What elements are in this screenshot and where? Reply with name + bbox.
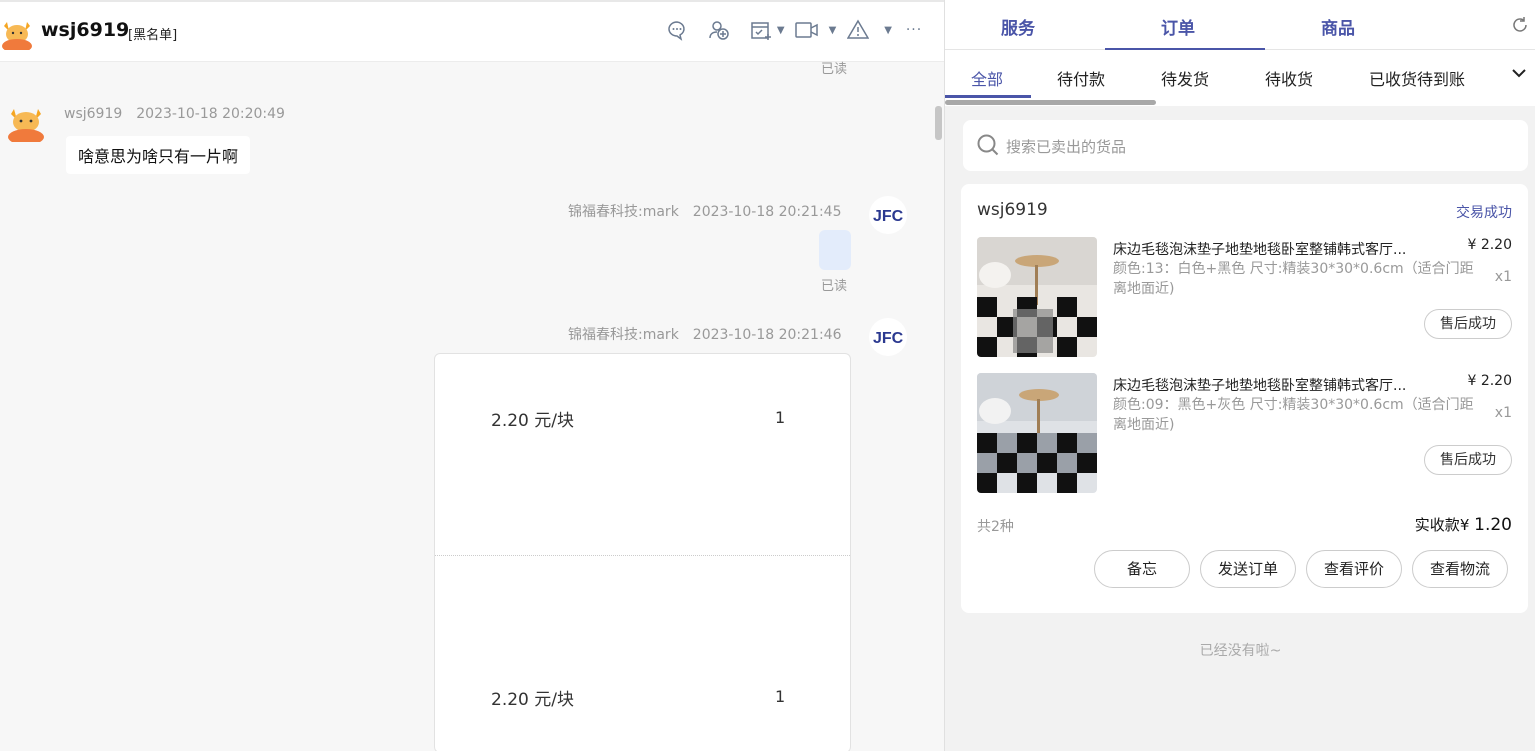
refresh-icon[interactable] bbox=[1510, 15, 1530, 35]
memo-button[interactable]: 备忘 bbox=[1094, 550, 1190, 588]
add-contact-icon[interactable] bbox=[707, 18, 731, 42]
view-logistics-button[interactable]: 查看物流 bbox=[1412, 550, 1508, 588]
chat-header: wsj6919 [黑名单] ▼ ▼ ▼ ··· bbox=[0, 2, 944, 62]
send-order-button[interactable]: 发送订单 bbox=[1200, 550, 1296, 588]
sender-name: 锦福春科技:mark bbox=[568, 327, 679, 343]
order-total: 实收款¥ 1.20 bbox=[1415, 514, 1512, 535]
contact-name[interactable]: wsj6919 bbox=[41, 19, 129, 41]
product-thumbnail[interactable] bbox=[977, 373, 1097, 493]
subtab-received-pending-settlement[interactable]: 已收货待到账 bbox=[1369, 66, 1465, 90]
blacklist-tag: [黑名单] bbox=[128, 28, 178, 43]
message-bubble[interactable] bbox=[819, 230, 851, 270]
tab-service[interactable]: 服务 bbox=[1001, 14, 1035, 39]
message-time: 2023-10-18 20:21:45 bbox=[692, 204, 842, 220]
main-tabs: 服务 订单 商品 bbox=[945, 0, 1535, 50]
sender-name: wsj6919 bbox=[64, 106, 123, 122]
chat-panel: wsj6919 [黑名单] ▼ ▼ ▼ ··· 已读 wsj6919 2023-… bbox=[0, 0, 944, 751]
chevron-down-icon[interactable]: ▼ bbox=[777, 25, 785, 36]
more-icon[interactable]: ··· bbox=[902, 18, 926, 42]
header-toolbar: ▼ ▼ ▼ ··· bbox=[665, 18, 926, 42]
sender-name: 锦福春科技:mark bbox=[568, 204, 679, 220]
message-meta: 锦福春科技:mark 2023-10-18 20:21:45 bbox=[568, 201, 842, 221]
order-actions: 备忘 发送订单 查看评价 查看物流 bbox=[1094, 550, 1508, 588]
card-qty: 1 bbox=[775, 408, 786, 427]
product-thumbnail[interactable] bbox=[977, 237, 1097, 357]
order-status[interactable]: 交易成功 bbox=[1456, 202, 1512, 222]
item-title: 床边毛毯泡沫垫子地垫地毯卧室整铺韩式客厅... bbox=[1113, 378, 1407, 394]
chat-bubble-icon[interactable] bbox=[665, 18, 689, 42]
side-panel: 服务 订单 商品 全部 待付款 待发货 待收货 已收货待到账 搜索已卖出的货品 … bbox=[944, 0, 1535, 751]
read-status: 已读 bbox=[821, 62, 848, 77]
item-spec: 颜色:13：白色+黑色 尺寸:精装30*30*0.6cm（适合门距离地面近) bbox=[1113, 261, 1474, 297]
message-time: 2023-10-18 20:21:46 bbox=[692, 327, 842, 343]
order-item[interactable]: 床边毛毯泡沫垫子地垫地毯卧室整铺韩式客厅... ¥ 2.20 颜色:09：黑色+… bbox=[977, 373, 1512, 495]
total-label: 实收款 bbox=[1414, 516, 1460, 534]
buyer-avatar[interactable] bbox=[6, 102, 46, 142]
message-meta: wsj6919 2023-10-18 20:20:49 bbox=[64, 106, 285, 122]
svg-text:JFC: JFC bbox=[873, 208, 904, 225]
chat-scrollbar[interactable] bbox=[935, 106, 942, 140]
product-card-message[interactable]: 2.20 元/块 1 2.20 元/块 1 bbox=[434, 353, 851, 751]
seller-avatar[interactable]: JFC bbox=[868, 317, 908, 357]
card-price: 2.20 元/块 bbox=[491, 690, 574, 710]
subtab-scrollbar[interactable] bbox=[945, 100, 1156, 105]
order-search[interactable]: 搜索已卖出的货品 bbox=[963, 120, 1528, 171]
message-meta: 锦福春科技:mark 2023-10-18 20:21:46 bbox=[568, 324, 842, 344]
item-qty: x1 bbox=[1494, 269, 1512, 285]
after-sale-button[interactable]: 售后成功 bbox=[1424, 309, 1512, 339]
order-item[interactable]: 床边毛毯泡沫垫子地垫地毯卧室整铺韩式客厅... ¥ 2.20 颜色:13：白色+… bbox=[977, 237, 1512, 359]
search-icon bbox=[977, 134, 999, 156]
subtab-pending-shipment[interactable]: 待发货 bbox=[1161, 66, 1209, 90]
warning-icon[interactable] bbox=[846, 18, 870, 42]
svg-text:JFC: JFC bbox=[873, 330, 904, 347]
item-spec: 颜色:09：黑色+灰色 尺寸:精装30*30*0.6cm（适合门距离地面近) bbox=[1113, 397, 1474, 433]
card-divider bbox=[435, 555, 850, 556]
item-title: 床边毛毯泡沫垫子地垫地毯卧室整铺韩式客厅... bbox=[1113, 242, 1407, 258]
item-qty: x1 bbox=[1494, 405, 1512, 421]
item-price: ¥ 2.20 bbox=[1467, 237, 1512, 253]
card-qty: 1 bbox=[775, 687, 786, 706]
subtab-all[interactable]: 全部 bbox=[971, 66, 1003, 90]
order-item-count: 共2种 bbox=[977, 519, 1014, 535]
active-subtab-indicator bbox=[945, 95, 1031, 98]
read-status: 已读 bbox=[821, 279, 848, 294]
schedule-icon[interactable] bbox=[749, 18, 773, 42]
contact-avatar[interactable] bbox=[0, 16, 34, 50]
search-input[interactable]: 搜索已卖出的货品 bbox=[1006, 136, 1126, 157]
video-call-icon[interactable] bbox=[794, 18, 819, 42]
total-amount: 1.20 bbox=[1474, 515, 1512, 535]
chevron-down-icon[interactable]: ▼ bbox=[829, 25, 837, 36]
seller-avatar[interactable]: JFC bbox=[868, 195, 908, 235]
chevron-down-icon[interactable] bbox=[1511, 67, 1527, 83]
subtab-pending-receipt[interactable]: 待收货 bbox=[1265, 66, 1313, 90]
message-time: 2023-10-18 20:20:49 bbox=[136, 106, 285, 122]
order-card: wsj6919 交易成功 床边毛毯泡沫垫子地垫地毯卧室整铺韩式客厅... ¥ 2… bbox=[961, 184, 1528, 613]
order-filter-tabs: 全部 待付款 待发货 待收货 已收货待到账 bbox=[945, 50, 1535, 106]
subtab-pending-payment[interactable]: 待付款 bbox=[1057, 66, 1105, 90]
tab-products[interactable]: 商品 bbox=[1321, 14, 1355, 39]
card-price: 2.20 元/块 bbox=[491, 411, 574, 431]
chevron-down-icon[interactable]: ▼ bbox=[884, 25, 892, 36]
message-bubble[interactable]: 啥意思为啥只有一片啊 bbox=[66, 136, 251, 174]
total-currency: ¥ bbox=[1459, 516, 1470, 534]
order-buyer: wsj6919 bbox=[977, 200, 1048, 220]
after-sale-button[interactable]: 售后成功 bbox=[1424, 445, 1512, 475]
tab-orders[interactable]: 订单 bbox=[1161, 14, 1195, 39]
list-end-tip: 已经没有啦~ bbox=[1199, 643, 1282, 659]
view-review-button[interactable]: 查看评价 bbox=[1306, 550, 1402, 588]
item-price: ¥ 2.20 bbox=[1467, 373, 1512, 389]
